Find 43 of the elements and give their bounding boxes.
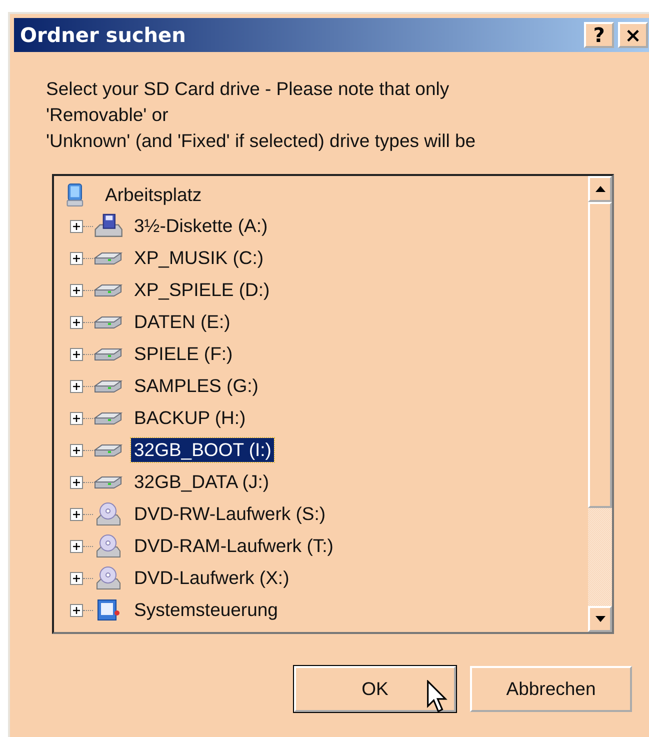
tree-item[interactable]: Arbeitsplatz (102, 183, 205, 207)
expand-icon[interactable] (70, 284, 83, 296)
expand-icon[interactable] (70, 316, 83, 328)
tree-item[interactable]: 32GB_DATA (J:) (131, 470, 272, 494)
window-title: Ordner suchen (20, 23, 186, 47)
down-arrow-icon (594, 616, 606, 622)
tree-item[interactable]: 3½-Diskette (A:) (131, 214, 271, 238)
tree-item[interactable]: DATEN (E:) (131, 310, 234, 334)
scroll-up-button[interactable] (588, 176, 612, 202)
expand-icon[interactable] (70, 444, 83, 456)
expand-icon[interactable] (70, 476, 83, 488)
tree-item[interactable]: DVD-RW-Laufwerk (S:) (131, 502, 329, 526)
tree-item[interactable]: DVD-Laufwerk (X:) (131, 566, 292, 590)
ok-button[interactable]: OK (294, 666, 456, 712)
tree-item[interactable]: DVD-RAM-Laufwerk (T:) (131, 534, 336, 558)
expand-icon[interactable] (70, 220, 83, 232)
expand-icon[interactable] (70, 540, 83, 552)
tree-item[interactable]: 32GB_BOOT (I:) (131, 438, 274, 462)
tree-item[interactable]: SAMPLES (G:) (131, 374, 262, 398)
mouse-cursor-icon (426, 680, 448, 714)
tree-item[interactable]: BACKUP (H:) (131, 406, 249, 430)
expand-icon[interactable] (70, 252, 83, 264)
tree-item[interactable]: Systemsteuerung (131, 598, 281, 622)
scroll-down-button[interactable] (588, 606, 612, 632)
tree-item[interactable]: XP_MUSIK (C:) (131, 246, 267, 270)
tree-item[interactable]: XP_SPIELE (D:) (131, 278, 273, 302)
expand-icon[interactable] (70, 412, 83, 424)
instruction-text: 'Removable' or (46, 103, 170, 127)
scroll-thumb[interactable] (588, 202, 612, 508)
expand-icon[interactable] (70, 348, 83, 360)
floppy-drive-icon (93, 213, 123, 239)
scrollbar[interactable] (588, 176, 612, 632)
expand-icon[interactable] (70, 604, 83, 616)
cancel-button[interactable]: Abbrechen (470, 666, 632, 712)
expand-icon[interactable] (70, 508, 83, 520)
expand-icon[interactable] (70, 572, 83, 584)
expand-icon[interactable] (70, 380, 83, 392)
close-button[interactable]: × (618, 22, 648, 48)
help-button[interactable]: ? (584, 22, 614, 48)
tree-item[interactable]: SPIELE (F:) (131, 342, 236, 366)
instruction-text: Select your SD Card drive - Please note that only (46, 77, 450, 101)
instruction-text: 'Unknown' (and 'Fixed' if selected) drive types will be (46, 129, 477, 153)
up-arrow-icon (594, 186, 606, 192)
